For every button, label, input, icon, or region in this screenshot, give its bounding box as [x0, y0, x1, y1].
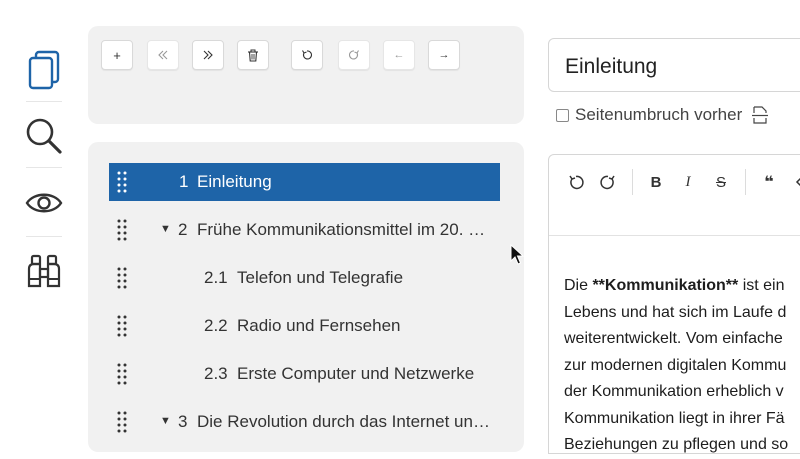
arrow-left-icon: ←	[393, 49, 405, 61]
outline-item-label: Die Revolution durch das Internet un…	[197, 412, 490, 431]
search-icon[interactable]	[18, 110, 70, 162]
drag-handle-icon[interactable]	[117, 411, 127, 433]
code-icon[interactable]	[789, 171, 800, 193]
text-line: weiterentwickelt. Vom einfache	[564, 330, 783, 347]
outline-tree: 1 Einleitung ▼ 2 Frühe Kommunikationsmit…	[88, 142, 524, 452]
drag-handle-icon[interactable]	[117, 171, 127, 193]
outline-item[interactable]: 2.1 Telefon und Telegrafie	[109, 259, 500, 297]
outline-item-label: Einleitung	[197, 172, 272, 191]
text-line: Beziehungen zu pflegen und so	[564, 436, 789, 453]
plus-icon: +	[113, 47, 121, 63]
arrow-right-icon: →	[438, 49, 450, 61]
expand-toggle-icon[interactable]: ▼	[160, 415, 171, 427]
quote-icon[interactable]: ❝	[756, 171, 782, 193]
toolbar-divider	[632, 169, 633, 195]
icon-rail	[0, 0, 88, 443]
mouse-pointer-icon	[510, 244, 524, 265]
eye-icon[interactable]	[18, 177, 70, 229]
page-break-option: Seitenumbruch vorher	[556, 104, 769, 126]
drag-handle-icon[interactable]	[117, 315, 127, 337]
text-line: Die **Kommunikation** ist ein	[564, 277, 785, 294]
rail-divider	[26, 167, 62, 168]
redo-button[interactable]	[338, 40, 370, 70]
outline-item[interactable]: 2.3 Erste Computer und Netzwerke	[109, 355, 500, 393]
outline-item[interactable]: ▼ 3 Die Revolution durch das Internet un…	[109, 403, 500, 441]
move-right-button[interactable]: →	[428, 40, 460, 70]
outline-item[interactable]: 2.2 Radio und Fernsehen	[109, 307, 500, 345]
strikethrough-icon[interactable]: S	[708, 171, 734, 193]
outline-item-number: 2.2	[204, 316, 228, 335]
text-line: zur modernen digitalen Kommu	[564, 356, 787, 374]
editor-toolbar: B I S ❝	[549, 155, 800, 236]
redo-icon[interactable]	[595, 171, 621, 193]
drag-handle-icon[interactable]	[117, 219, 127, 241]
italic-icon[interactable]: I	[675, 171, 701, 193]
outline-item-number: 3	[178, 412, 188, 431]
move-left-button[interactable]: ←	[383, 40, 415, 70]
double-chevron-right-icon	[203, 50, 213, 60]
add-button[interactable]: +	[101, 40, 133, 70]
text-line: Kommunikation liegt in ihrer Fä	[564, 409, 785, 427]
outline-item-label: Telefon und Telegrafie	[237, 268, 404, 287]
text-editor: B I S ❝ Die **Kommunikation** ist ein Le…	[548, 154, 800, 454]
outline-item-number: 2.3	[204, 364, 228, 383]
indent-button[interactable]	[192, 40, 224, 70]
outline-item-number: 2.1	[204, 268, 228, 287]
double-chevron-left-icon	[158, 50, 168, 60]
undo-icon[interactable]	[563, 171, 589, 193]
page-break-label[interactable]: Seitenumbruch vorher	[575, 105, 742, 125]
expand-toggle-icon[interactable]: ▼	[160, 223, 171, 235]
text-line: der Kommunikation erheblich v	[564, 383, 784, 400]
trash-icon	[248, 49, 258, 62]
toolbar-divider	[745, 169, 746, 195]
text-line: Lebens und hat sich im Laufe d	[564, 303, 787, 321]
page-break-checkbox[interactable]	[556, 108, 569, 122]
outline-item-number: 2	[178, 220, 188, 239]
outline-item-number: 1	[179, 172, 189, 191]
rail-divider	[26, 236, 62, 237]
delete-button[interactable]	[237, 40, 269, 70]
undo-icon	[302, 50, 313, 60]
outdent-button[interactable]	[147, 40, 179, 70]
outline-item-label: Erste Computer und Netzwerke	[237, 364, 475, 383]
documents-icon[interactable]	[18, 44, 70, 96]
bold-icon[interactable]: B	[643, 171, 669, 193]
outline-item[interactable]: 1 Einleitung	[109, 163, 500, 201]
drag-handle-icon[interactable]	[117, 363, 127, 385]
outline-item[interactable]: ▼ 2 Frühe Kommunikationsmittel im 20. …	[109, 211, 500, 249]
outline-item-label: Radio und Fernsehen	[237, 316, 401, 335]
drag-handle-icon[interactable]	[117, 267, 127, 289]
outline-toolbar: + ← →	[88, 26, 524, 124]
outline-item-label: Frühe Kommunikationsmittel im 20. …	[197, 220, 486, 239]
section-title-input[interactable]: Einleitung	[548, 38, 800, 92]
page-break-icon	[752, 106, 769, 124]
rail-divider	[26, 101, 62, 102]
redo-icon	[348, 50, 359, 60]
editor-content[interactable]: Die **Kommunikation** ist ein Lebens und…	[564, 273, 800, 459]
undo-button[interactable]	[291, 40, 323, 70]
binoculars-icon[interactable]	[18, 245, 70, 297]
